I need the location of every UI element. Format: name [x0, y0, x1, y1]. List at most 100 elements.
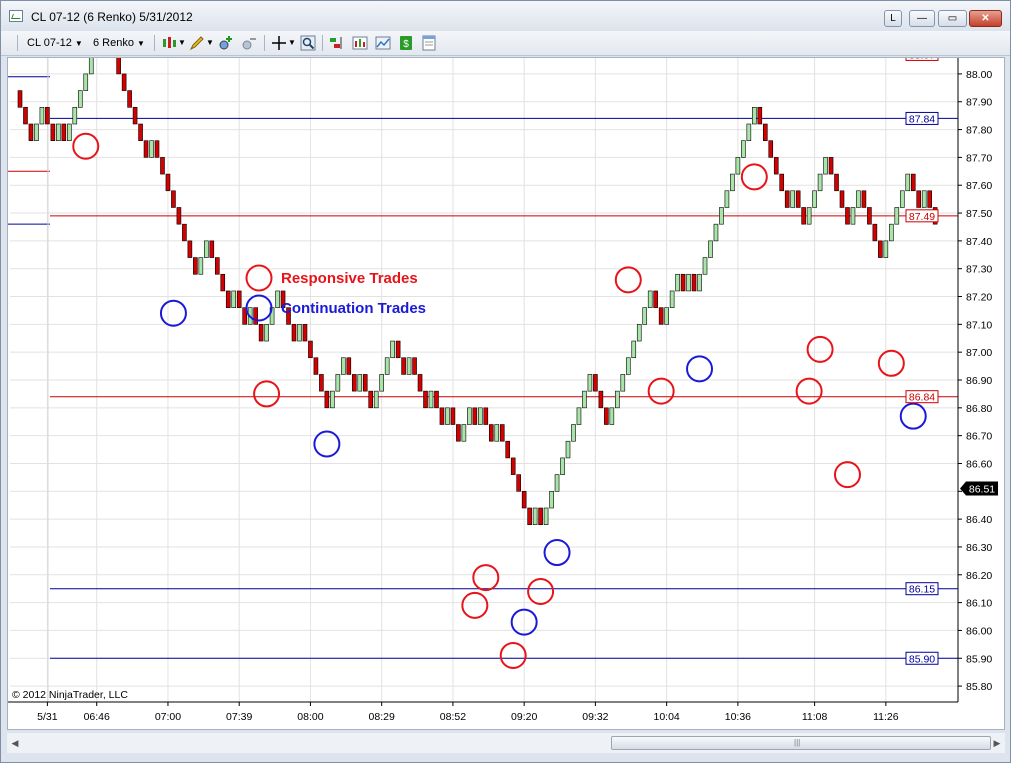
data-box-icon[interactable]: [421, 35, 437, 51]
renko-brick: [209, 240, 215, 258]
renko-brick: [45, 107, 50, 125]
renko-brick: [302, 324, 308, 342]
renko-brick: [384, 357, 390, 375]
remove-indicator-icon[interactable]: [241, 35, 257, 51]
scrollbar-thumb[interactable]: |||: [611, 736, 991, 750]
copyright-text: © 2012 NinjaTrader, LLC: [12, 689, 128, 701]
renko-brick: [373, 390, 379, 409]
renko-brick: [505, 440, 511, 459]
renko-brick: [341, 357, 346, 375]
renko-brick: [828, 157, 834, 175]
pencil-draw-icon[interactable]: [189, 35, 205, 51]
renko-brick: [521, 491, 527, 509]
title-bar[interactable]: CL 07-12 (6 Renko) 5/31/2012 L — ▭ ✕: [1, 1, 1010, 31]
renko-brick: [467, 407, 472, 425]
renko-brick: [510, 457, 516, 475]
bar-style-icon[interactable]: [161, 35, 177, 51]
renko-brick: [132, 107, 138, 125]
legend-swatch: [245, 264, 273, 292]
renko-brick: [839, 190, 845, 208]
renko-brick: [593, 374, 598, 392]
horizontal-scrollbar[interactable]: ◀ ||| ▶: [7, 733, 1005, 753]
instrument-selector[interactable]: CL 07-12 ▼: [27, 35, 83, 51]
renko-brick: [806, 207, 812, 225]
renko-brick: [615, 390, 620, 409]
responsive-trade-circle: [253, 380, 281, 408]
renko-chart[interactable]: Responsive Trades Continuation Trades 88.0…: [8, 40, 1004, 729]
chart-window: CL 07-12 (6 Renko) 5/31/2012 L — ▭ ✕ CL …: [0, 0, 1011, 763]
chevron-down-icon: ▼: [74, 39, 83, 48]
renko-brick: [905, 173, 911, 192]
renko-brick: [335, 374, 341, 392]
renko-brick: [308, 340, 313, 359]
renko-brick: [527, 507, 532, 525]
responsive-trade-circle: [833, 461, 861, 489]
link-button[interactable]: L: [884, 10, 902, 27]
renko-brick: [127, 90, 132, 108]
renko-brick: [319, 374, 324, 392]
maximize-button[interactable]: ▭: [938, 10, 967, 27]
renko-brick: [790, 190, 795, 208]
renko-brick: [401, 357, 406, 375]
renko-brick: [757, 107, 763, 125]
x-tick-label: 10:04: [653, 711, 679, 723]
period-selector[interactable]: 6 Renko ▼: [93, 35, 145, 51]
renko-brick: [899, 190, 905, 208]
grip-icon: |||: [794, 738, 801, 747]
zoom-icon[interactable]: [300, 35, 316, 51]
renko-brick: [434, 390, 439, 409]
renko-brick: [636, 324, 642, 342]
renko-brick: [193, 257, 198, 275]
chevron-down-icon[interactable]: ▼: [178, 35, 186, 51]
responsive-trade-circle: [877, 349, 905, 377]
chevron-down-icon[interactable]: ▼: [288, 35, 296, 51]
y-tick-label: 86.80: [966, 403, 992, 415]
renko-brick: [330, 390, 335, 409]
responsive-trade-circle: [72, 132, 100, 160]
chevron-down-icon: ▼: [137, 39, 145, 48]
scroll-left-icon[interactable]: ◀: [9, 736, 21, 750]
toolbar-separator: [322, 35, 323, 51]
renko-brick: [516, 474, 521, 492]
responsive-trade-circle: [614, 266, 642, 294]
y-tick-label: 86.00: [966, 625, 992, 637]
renko-brick: [812, 190, 817, 208]
renko-brick: [883, 240, 889, 258]
renko-brick: [395, 340, 401, 359]
level-label: 88.07: [909, 58, 935, 61]
renko-brick: [582, 390, 587, 409]
renko-brick: [494, 424, 500, 442]
renko-brick: [39, 107, 45, 125]
legend-label: Continuation Trades: [281, 300, 426, 317]
crosshair-icon[interactable]: [271, 35, 287, 51]
chevron-down-icon[interactable]: ▼: [206, 35, 214, 51]
close-button[interactable]: ✕: [969, 10, 1002, 27]
toolbar-separator: [154, 35, 155, 51]
level-label: 85.90: [909, 653, 935, 665]
renko-brick: [182, 223, 187, 242]
y-tick-label: 87.40: [966, 236, 992, 248]
toolbar-separator: [17, 35, 18, 51]
renko-brick: [910, 173, 916, 192]
indicators-icon[interactable]: [352, 35, 368, 51]
strategy-icon[interactable]: [329, 35, 345, 51]
x-tick-label: 06:46: [84, 711, 110, 723]
level-label: 87.84: [909, 113, 935, 125]
renko-brick: [83, 73, 89, 91]
renko-brick: [423, 390, 428, 409]
renko-brick: [275, 290, 280, 308]
renko-brick: [61, 123, 67, 141]
minimize-button[interactable]: —: [909, 10, 935, 27]
renko-brick: [625, 357, 631, 375]
dollar-icon[interactable]: $: [398, 35, 414, 51]
chart-properties-icon[interactable]: [375, 35, 391, 51]
chart-toolbar: CL 07-12 ▼ 6 Renko ▼ ▼ ▼ ▼ $: [1, 31, 1010, 56]
add-indicator-icon[interactable]: [218, 35, 234, 51]
responsive-trade-circle: [795, 377, 823, 405]
scroll-right-icon[interactable]: ▶: [991, 736, 1003, 750]
renko-brick: [171, 190, 176, 208]
x-tick-label: 11:26: [873, 711, 899, 723]
renko-brick: [428, 390, 434, 409]
renko-brick: [488, 424, 494, 442]
chart-panel[interactable]: Responsive Trades Continuation Trades 88.0…: [7, 40, 1005, 730]
